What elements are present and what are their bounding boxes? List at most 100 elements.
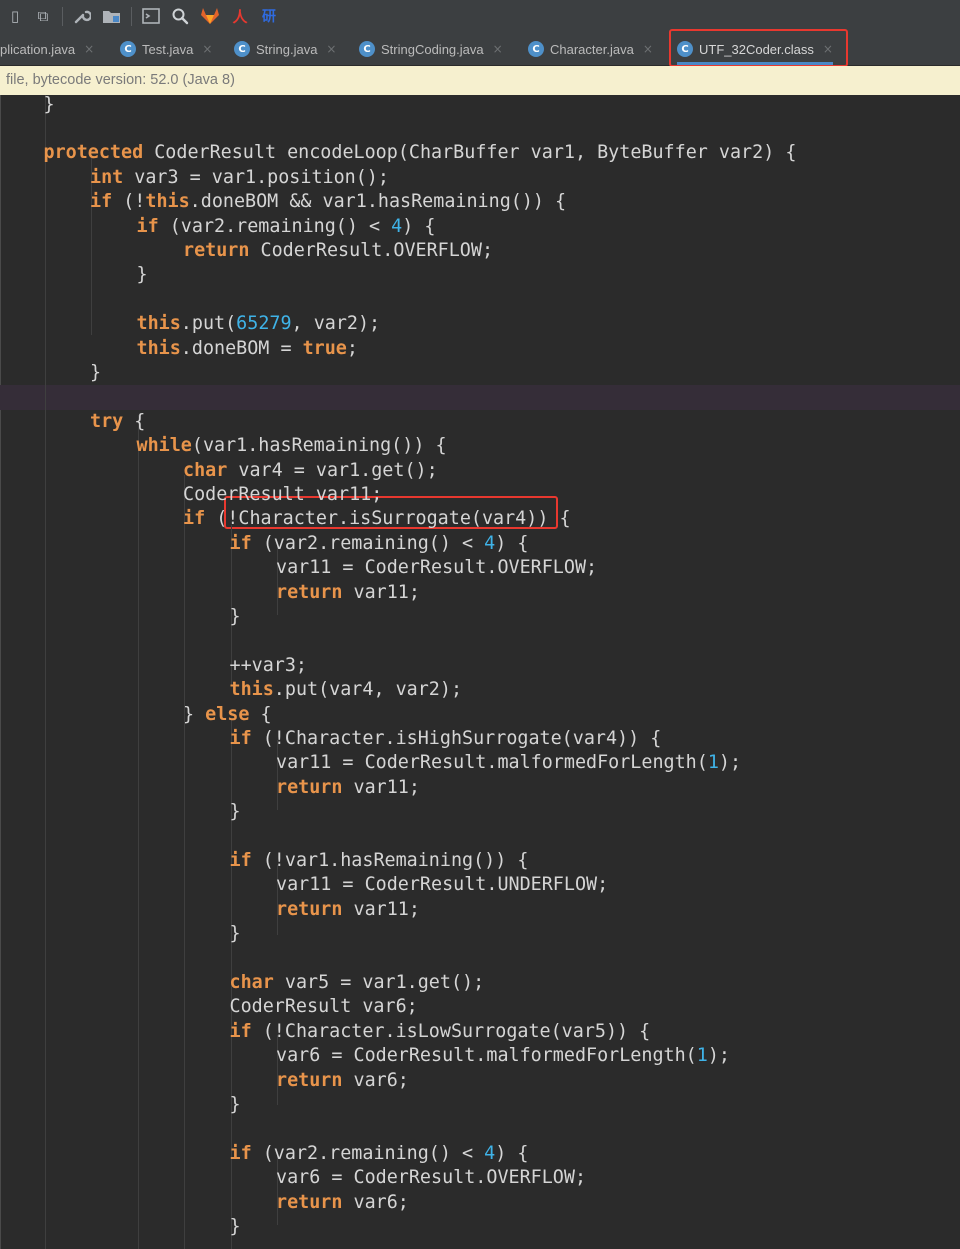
code-line: CoderResult var6;	[0, 995, 960, 1019]
code-line-text: return var6;	[276, 1069, 409, 1093]
code-line-text: }	[44, 95, 55, 117]
close-icon[interactable]: ×	[202, 42, 212, 56]
code-line-text: if (!Character.isLowSurrogate(var5)) {	[230, 1020, 651, 1044]
gitlab-icon[interactable]	[199, 6, 221, 26]
code-line: if (var2.remaining() < 4) {	[0, 1142, 960, 1166]
code-line: }	[0, 1093, 960, 1117]
code-keyword: while	[136, 435, 192, 457]
code-token: }	[229, 923, 241, 945]
code-token: , var2);	[291, 313, 381, 335]
toolbar-separator	[62, 7, 63, 26]
code-line-text: var11 = CoderResult.malformedForLength(1…	[276, 751, 741, 775]
code-line-text: var6 = CoderResult.malformedForLength(1)…	[276, 1044, 730, 1068]
code-keyword: return	[276, 898, 343, 920]
code-keyword: this	[136, 337, 181, 359]
tab-test-java[interactable]: C Test.java ×	[120, 33, 212, 65]
code-token: }	[229, 801, 241, 823]
code-keyword: return	[276, 581, 343, 603]
tab-label: UTF_32Coder.class	[699, 41, 814, 57]
code-keyword: if	[183, 508, 206, 530]
code-line: while(var1.hasRemaining()) {	[0, 434, 960, 458]
code-token: var11;	[342, 776, 420, 798]
folder-settings-icon[interactable]	[101, 6, 123, 26]
close-icon[interactable]: ×	[643, 42, 653, 56]
close-icon[interactable]: ×	[326, 42, 336, 56]
code-token: var11;	[342, 898, 420, 920]
code-line-text: return var11;	[276, 776, 420, 800]
tab-label: plication.java	[0, 41, 76, 57]
code-line: protected CoderResult encodeLoop(CharBuf…	[0, 141, 960, 165]
code-line: char var5 = var1.get();	[0, 971, 960, 995]
code-token: }	[229, 605, 241, 627]
code-number: 65279	[236, 313, 292, 335]
code-keyword: this	[136, 313, 181, 335]
code-line: if (!this.doneBOM && var1.hasRemaining()…	[0, 190, 960, 214]
tab-label: StringCoding.java	[381, 41, 484, 57]
code-keyword: return	[276, 776, 343, 798]
code-keyword: if	[229, 532, 252, 554]
tab-string-java[interactable]: C String.java ×	[234, 33, 336, 65]
code-line: }	[0, 800, 960, 824]
code-line-text: this.put(var4, var2);	[230, 678, 463, 702]
code-token: );	[707, 1045, 730, 1067]
code-token: }	[90, 361, 102, 383]
code-keyword: if	[229, 727, 252, 749]
code-line: char var4 = var1.get();	[0, 459, 960, 483]
code-line-text: if (var2.remaining() < 4) {	[137, 215, 436, 239]
code-line-text: }	[230, 800, 241, 824]
tab-character-java[interactable]: C Character.java ×	[528, 33, 653, 65]
code-line-text: if (!this.doneBOM && var1.hasRemaining()…	[90, 190, 566, 214]
code-token: (!Character.isSurrogate(var4)) {	[205, 508, 571, 530]
code-token: .doneBOM =	[180, 337, 303, 359]
toolbar-separator	[131, 7, 132, 26]
terminal-icon[interactable]	[140, 6, 162, 26]
close-icon[interactable]: ×	[84, 42, 94, 56]
search-icon[interactable]	[169, 6, 191, 26]
code-token: ) {	[402, 215, 436, 237]
code-token: CoderResult var6;	[229, 996, 418, 1018]
close-icon[interactable]: ×	[823, 42, 833, 56]
code-token: var11;	[342, 581, 420, 603]
code-line: if (var2.remaining() < 4) {	[0, 215, 960, 239]
code-line-text: }	[137, 263, 148, 287]
fork-icon[interactable]: ⧉	[32, 6, 54, 26]
translate-icon[interactable]: ⼈	[229, 6, 251, 26]
code-token: ) {	[495, 532, 529, 554]
code-line-text: return CoderResult.OVERFLOW;	[183, 239, 493, 263]
code-line-text: }	[230, 922, 241, 946]
code-token: (var1.hasRemaining()) {	[191, 435, 447, 457]
close-icon[interactable]: ×	[493, 42, 503, 56]
tab-stringcoding-java[interactable]: C StringCoding.java ×	[359, 33, 503, 65]
code-token: var6 = CoderResult.OVERFLOW;	[276, 1167, 587, 1189]
code-line: return var11;	[0, 898, 960, 922]
code-line: try {	[0, 410, 960, 434]
tab-application-java[interactable]: plication.java ×	[0, 33, 94, 65]
code-editor[interactable]: } protected CoderResult encodeLoop(CharBu…	[0, 95, 960, 1249]
close-tab-icon[interactable]: ▯	[4, 6, 26, 26]
code-number: 1	[707, 752, 719, 774]
main-toolbar: ▯ ⧉ ⼈ 研	[0, 0, 960, 33]
code-line-text: var11 = CoderResult.OVERFLOW;	[276, 556, 597, 580]
code-line-text: ++var3;	[230, 654, 308, 678]
dictionary-icon[interactable]: 研	[258, 6, 280, 26]
code-line: int var3 = var1.position();	[0, 166, 960, 190]
java-class-icon: C	[359, 41, 375, 57]
tab-utf32coder-class[interactable]: C UTF_32Coder.class ×	[677, 33, 833, 65]
indent-guide	[137, 415, 139, 1249]
code-line: if (!Character.isSurrogate(var4)) {	[0, 507, 960, 531]
code-line: return var6;	[0, 1069, 960, 1093]
code-token: );	[718, 752, 742, 774]
code-keyword: if	[229, 1142, 252, 1164]
wrench-icon[interactable]	[71, 6, 93, 26]
code-keyword: char	[229, 971, 274, 993]
code-line-text: var11 = CoderResult.UNDERFLOW;	[276, 873, 608, 897]
code-token: var5 = var1.get();	[273, 971, 485, 993]
code-token: (var2.remaining() <	[251, 532, 485, 554]
code-keyword: this	[229, 679, 274, 701]
code-keyword: if	[229, 849, 252, 871]
code-token: (var2.remaining() <	[158, 215, 392, 237]
